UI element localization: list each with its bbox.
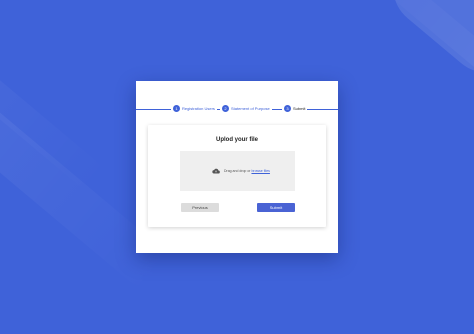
step-number-badge: 2 (222, 105, 229, 112)
dropzone-text: Drag and drop or browse files (224, 169, 270, 173)
step-label: Registration Users (182, 106, 215, 111)
step-submit[interactable]: 3 Submit (282, 105, 308, 112)
previous-button[interactable]: Previous (181, 203, 219, 212)
step-registration-users[interactable]: 1 Registration Users (171, 105, 217, 112)
submit-button[interactable]: Submit (257, 203, 295, 212)
drag-instruction: Drag and drop or (224, 169, 251, 173)
step-label: Statement of Purpose (231, 106, 270, 111)
file-dropzone[interactable]: Drag and drop or browse files (180, 151, 295, 191)
step-label: Submit (293, 106, 306, 111)
upload-panel: Uplod your file Drag and drop or browse … (148, 125, 326, 227)
upload-title: Uplod your file (216, 137, 258, 143)
upload-card: 1 Registration Users 2 Statement of Purp… (136, 81, 338, 253)
step-number-badge: 3 (284, 105, 291, 112)
background-stripe (376, 0, 474, 89)
cloud-upload-icon (212, 168, 220, 174)
step-statement-of-purpose[interactable]: 2 Statement of Purpose (220, 105, 272, 112)
step-number-badge: 1 (173, 105, 180, 112)
browse-files-link[interactable]: browse files (251, 169, 269, 173)
